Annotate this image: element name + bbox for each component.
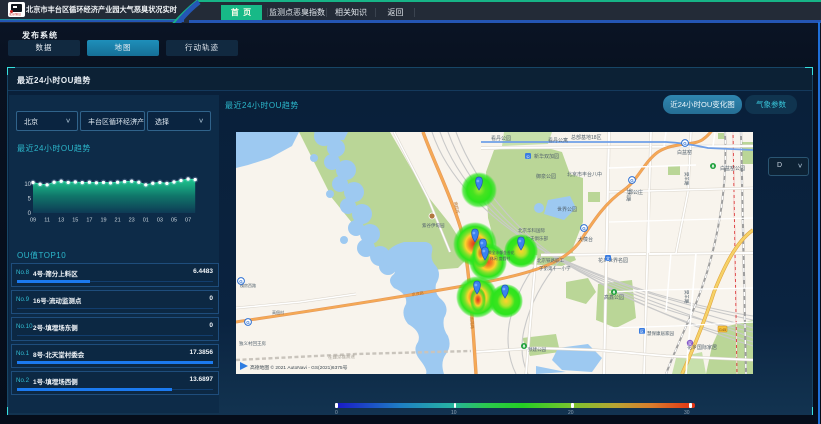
svg-text:看丹公园: 看丹公园 (491, 135, 511, 142)
svg-text:子弟第十一小学: 子弟第十一小学 (539, 265, 571, 272)
svg-text:新华双加园: 新华双加园 (534, 153, 559, 160)
svg-text:G: G (239, 279, 243, 284)
svg-text:白盆窑: 白盆窑 (677, 149, 692, 156)
svg-text:0: 0 (28, 211, 32, 217)
svg-text:北京市丰台八中: 北京市丰台八中 (567, 171, 602, 178)
svg-text:樊羊路: 樊羊路 (683, 290, 690, 304)
svg-text:公: 公 (526, 154, 530, 159)
svg-text:预建公园: 预建公园 (528, 346, 546, 353)
svg-text:15: 15 (72, 218, 78, 224)
svg-text:23: 23 (129, 218, 135, 224)
svg-text:G: G (582, 226, 586, 231)
svg-text:慧保康居家园: 慧保康居家园 (647, 330, 674, 337)
svg-text:G: G (683, 141, 687, 146)
svg-text:丰科路: 丰科路 (625, 188, 632, 202)
svg-text:白盆窑公园: 白盆窑公园 (720, 165, 745, 172)
svg-text:G45: G45 (719, 327, 727, 332)
svg-text:03: 03 (157, 218, 163, 224)
svg-text:21: 21 (115, 218, 121, 224)
svg-text:11: 11 (44, 218, 50, 224)
svg-text:大葆台: 大葆台 (578, 236, 593, 243)
svg-text:01: 01 (143, 218, 149, 224)
svg-text:御泉公园: 御泉公园 (536, 173, 556, 180)
svg-text:休闲 度假村: 休闲 度假村 (490, 256, 510, 261)
svg-text:05: 05 (171, 218, 177, 224)
svg-text:17: 17 (86, 218, 92, 224)
svg-text:美全水郁金香花: 美全水郁金香花 (488, 250, 515, 255)
svg-text:09: 09 (30, 218, 36, 224)
svg-text:高鑫公园: 高鑫公园 (604, 294, 624, 301)
svg-text:花乡世界名园: 花乡世界名园 (598, 257, 628, 264)
svg-text:看丹公寓: 看丹公寓 (548, 137, 568, 144)
svg-text:北京华科国际: 北京华科国际 (518, 227, 545, 234)
svg-text:07: 07 (185, 218, 191, 224)
svg-text:13: 13 (58, 218, 64, 224)
svg-text:总部基地18区: 总部基地18区 (571, 134, 602, 141)
svg-text:南苑路: 南苑路 (469, 317, 476, 329)
svg-text:G: G (246, 320, 250, 325)
svg-text:19: 19 (100, 218, 106, 224)
svg-text:文: 文 (606, 255, 610, 261)
svg-text:紫谷伊甸园: 紫谷伊甸园 (422, 222, 445, 229)
svg-text:5: 5 (28, 197, 32, 203)
svg-text:北京铁路职工: 北京铁路职工 (537, 257, 564, 264)
svg-text:世界公园: 世界公园 (557, 206, 577, 213)
svg-text:G: G (630, 178, 634, 183)
svg-text:区: 区 (640, 329, 644, 334)
svg-text:樊羊路: 樊羊路 (683, 172, 690, 186)
svg-text:高佃村: 高佃村 (272, 309, 284, 315)
svg-text:高德地图 © 2021 AutoNavi - GS(2021: 高德地图 © 2021 AutoNavi - GS(2021)6375号 (250, 364, 348, 371)
svg-text:家: 家 (688, 340, 692, 346)
svg-text:独义村回王房: 独义村回王房 (239, 340, 266, 347)
svg-text:10: 10 (24, 182, 31, 188)
